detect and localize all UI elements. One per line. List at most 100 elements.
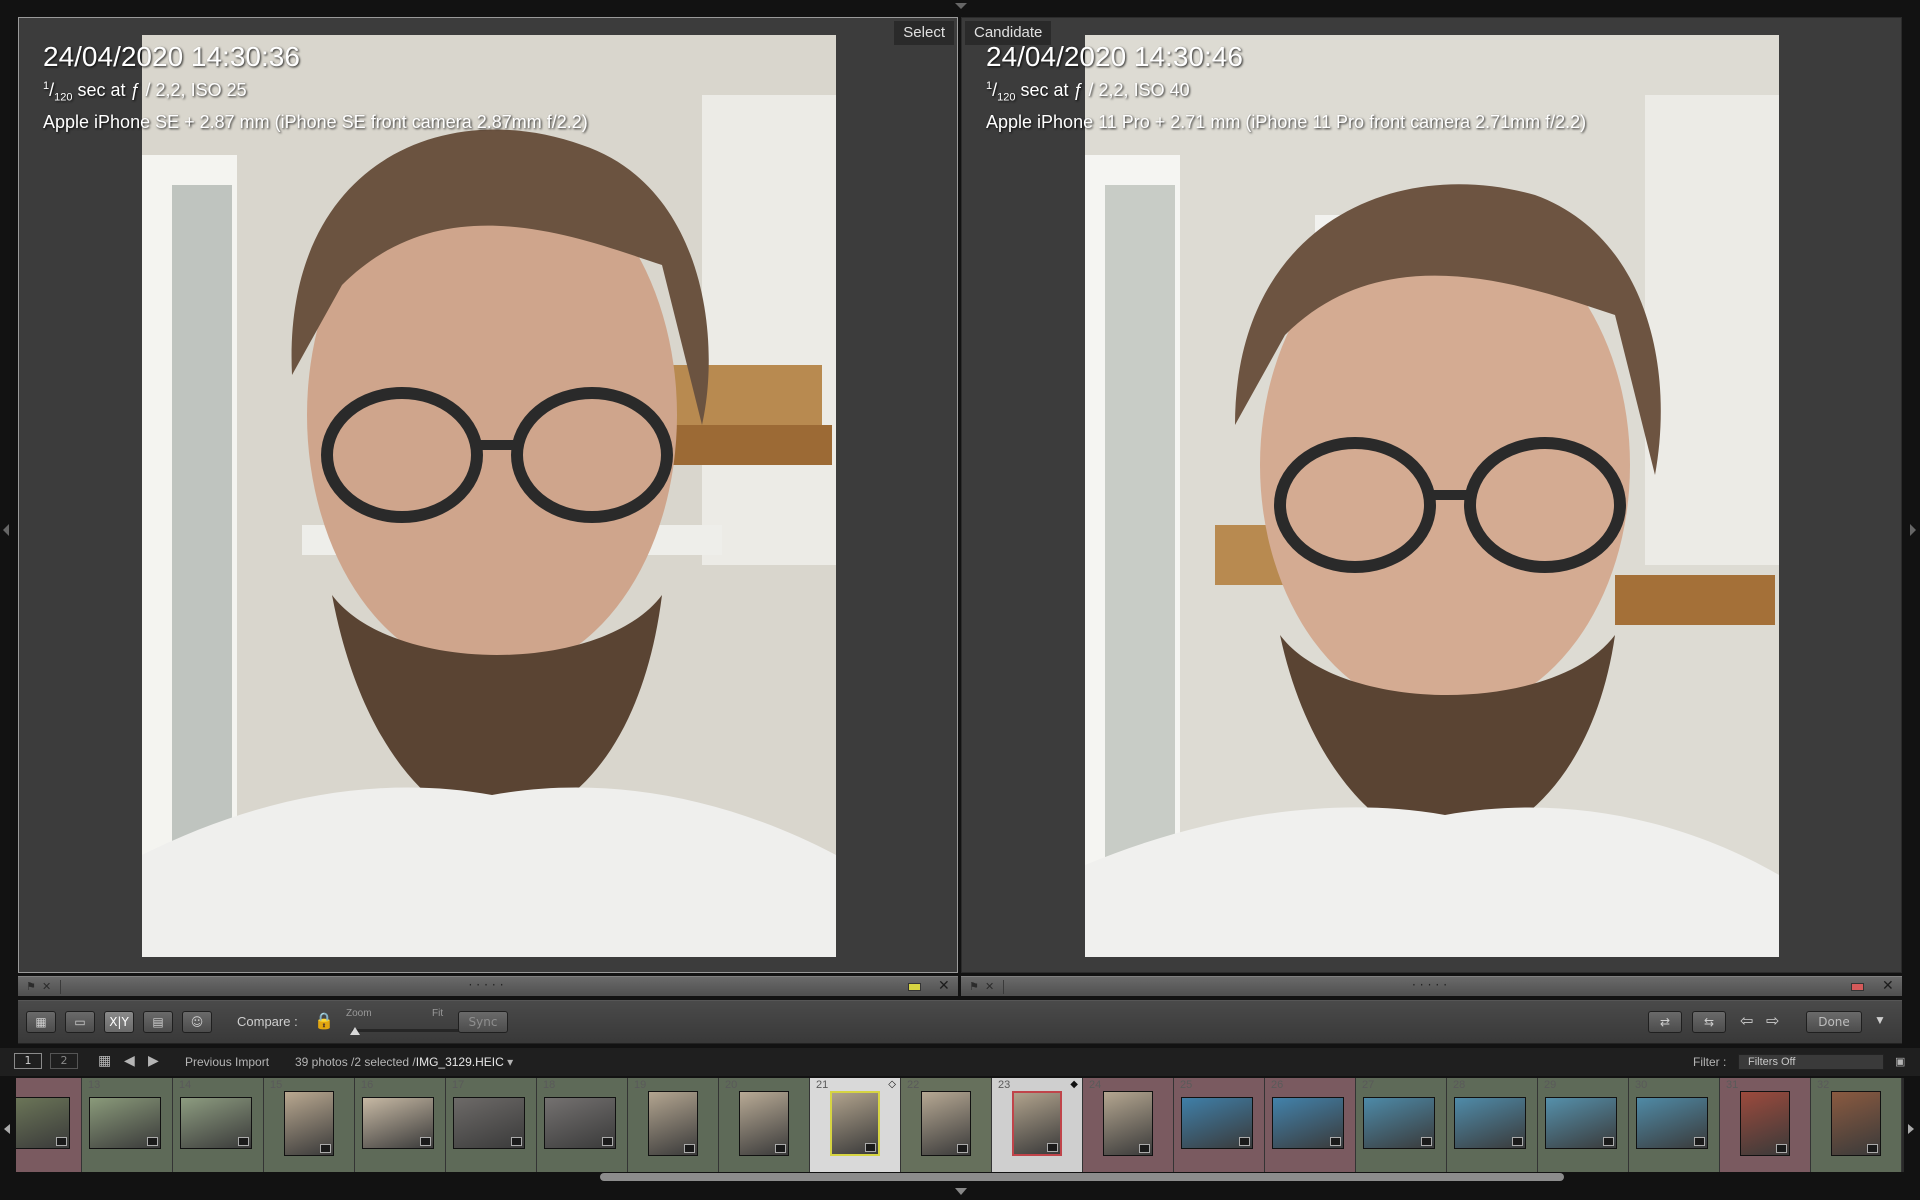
filmstrip-cell[interactable]: 30 (1629, 1078, 1720, 1172)
zoom-label: Zoom (346, 1008, 372, 1019)
make-select-icon[interactable]: ⇆ (1692, 1011, 1726, 1033)
thumbnail[interactable] (1012, 1091, 1062, 1156)
filmstrip-cell[interactable]: 21 ◇ (810, 1078, 901, 1172)
filmstrip-cell[interactable]: 26 (1265, 1078, 1356, 1172)
filmstrip-cell[interactable]: 17 (446, 1078, 537, 1172)
rating-stars[interactable]: ····· (1412, 978, 1451, 992)
thumbnail[interactable] (453, 1097, 525, 1149)
color-label-chip[interactable] (908, 983, 921, 991)
thumbnail[interactable] (1454, 1097, 1526, 1149)
flag-reject-icon[interactable]: ✕ (985, 980, 994, 994)
survey-view-icon[interactable]: ▤ (143, 1011, 173, 1033)
thumbnail[interactable] (180, 1097, 252, 1149)
monitor-1-button[interactable]: 1 (14, 1053, 42, 1069)
next-arrow-icon[interactable]: ⇨ (1766, 1011, 1779, 1031)
edit-badge-icon (238, 1137, 249, 1146)
close-icon[interactable]: ✕ (938, 978, 950, 995)
filmstrip-cell[interactable]: 19 (628, 1078, 719, 1172)
filmstrip-cell[interactable]: 32 (1811, 1078, 1902, 1172)
edit-badge-icon (602, 1137, 613, 1146)
thumbnail[interactable] (1181, 1097, 1253, 1149)
filmstrip-cell[interactable]: 28 (1447, 1078, 1538, 1172)
source-label[interactable]: Previous Import (185, 1055, 269, 1069)
flag-pick-icon[interactable]: ⚑ (26, 980, 36, 994)
filmstrip-cell[interactable]: 24 (1083, 1078, 1174, 1172)
done-button[interactable]: Done (1806, 1011, 1862, 1033)
candidate-pane[interactable]: Candidate 24/04/2020 14:30:46 1/120 sec … (961, 17, 1902, 973)
thumbnail[interactable] (739, 1091, 789, 1156)
filmstrip-cell[interactable]: 16 (355, 1078, 446, 1172)
thumbnail[interactable] (1103, 1091, 1153, 1156)
thumbnail[interactable] (284, 1091, 334, 1156)
zoom-slider-thumb[interactable] (350, 1027, 360, 1035)
thumbnail[interactable] (1363, 1097, 1435, 1149)
flag-reject-icon[interactable]: ✕ (42, 980, 51, 994)
top-panel-toggle-icon[interactable] (955, 3, 967, 9)
thumbnail[interactable] (1272, 1097, 1344, 1149)
bottom-panel-toggle-icon[interactable] (955, 1188, 967, 1195)
select-info-overlay: 24/04/2020 14:30:36 1/120 sec at ƒ / 2,2… (43, 40, 588, 134)
thumbnail[interactable] (1545, 1097, 1617, 1149)
bar-divider (1003, 980, 1004, 994)
filmstrip-cell[interactable]: 18 (537, 1078, 628, 1172)
candidate-photo[interactable] (1085, 35, 1779, 957)
thumbnail[interactable] (1636, 1097, 1708, 1149)
monitor-2-button[interactable]: 2 (50, 1053, 78, 1069)
filmstrip-cell[interactable]: 20 (719, 1078, 810, 1172)
people-view-icon[interactable]: ☺ (182, 1011, 212, 1033)
filmstrip[interactable]: 13 14 15 16 17 18 19 20 21 ◇ 22 23 ◆ 24 25 26 27 28 29 30 31… (16, 1078, 1904, 1172)
filmstrip-cell[interactable]: 14 (173, 1078, 264, 1172)
filmstrip-scroll-left-icon[interactable] (4, 1124, 10, 1134)
select-pane-bar: ⚑ ✕ ····· ✕ (18, 976, 958, 996)
color-label-chip[interactable] (1851, 983, 1864, 991)
filmstrip-cell[interactable]: 13 (82, 1078, 173, 1172)
thumbnail[interactable] (921, 1091, 971, 1156)
thumbnail[interactable] (544, 1097, 616, 1149)
filmstrip-cell[interactable]: 15 (264, 1078, 355, 1172)
thumbnail[interactable] (1740, 1091, 1790, 1156)
candidate-capture-date: 24/04/2020 14:30:46 (986, 41, 1243, 72)
lock-icon[interactable]: 🔒 (314, 1011, 334, 1031)
thumbnail[interactable] (830, 1091, 880, 1156)
left-panel-toggle-icon[interactable] (3, 524, 9, 536)
filmstrip-cell[interactable]: 25 (1174, 1078, 1265, 1172)
compare-view-button[interactable]: X|Y (104, 1011, 134, 1033)
filter-lock-icon[interactable]: ▣ (1895, 1055, 1905, 1068)
zoom-slider[interactable] (352, 1029, 462, 1032)
thumbnail[interactable] (362, 1097, 434, 1149)
filmstrip-scroll-right-icon[interactable] (1908, 1124, 1914, 1134)
grid-view-icon[interactable]: ▦ (26, 1011, 56, 1033)
flag-pick-icon[interactable]: ⚑ (969, 980, 979, 994)
filmstrip-cell[interactable]: 22 (901, 1078, 992, 1172)
sync-button[interactable]: Sync (458, 1011, 508, 1033)
filmstrip-cell[interactable]: 31 (1720, 1078, 1811, 1172)
bar-divider (60, 980, 61, 994)
select-photo[interactable] (142, 35, 836, 957)
rating-stars[interactable]: ····· (468, 978, 507, 992)
cell-number: 13 (88, 1079, 101, 1091)
filter-label: Filter : (1693, 1055, 1727, 1069)
thumbnail[interactable] (16, 1097, 70, 1149)
thumbnail[interactable] (1831, 1091, 1881, 1156)
toolbar-menu-chevron-icon[interactable]: ▼ (1874, 1013, 1886, 1027)
filmstrip-scrollbar[interactable] (600, 1173, 1564, 1181)
edit-badge-icon (1330, 1137, 1341, 1146)
forward-arrow-icon[interactable]: ▶ (148, 1052, 159, 1069)
thumbnail[interactable] (89, 1097, 161, 1149)
photo-count[interactable]: 39 photos /2 selected /IMG_3129.HEIC ▾ (295, 1055, 513, 1069)
thumbnail[interactable] (648, 1091, 698, 1156)
filmstrip-cell[interactable]: 29 (1538, 1078, 1629, 1172)
filmstrip-cell[interactable] (16, 1078, 82, 1172)
loupe-view-icon[interactable]: ▭ (65, 1011, 95, 1033)
swap-icon[interactable]: ⇄ (1648, 1011, 1682, 1033)
previous-arrow-icon[interactable]: ⇦ (1740, 1011, 1753, 1031)
grid-icon[interactable]: ▦ (98, 1052, 111, 1069)
filmstrip-cell[interactable]: 23 ◆ (992, 1078, 1083, 1172)
filmstrip-cell[interactable]: 27 (1356, 1078, 1447, 1172)
edit-badge-icon (775, 1144, 786, 1153)
right-panel-toggle-icon[interactable] (1910, 524, 1916, 536)
select-pane[interactable]: Select 24/04/2020 14:30:36 1/120 sec at … (18, 17, 958, 973)
close-icon[interactable]: ✕ (1882, 978, 1894, 995)
back-arrow-icon[interactable]: ◀ (124, 1052, 135, 1069)
filter-select[interactable]: Filters Off (1738, 1054, 1884, 1070)
